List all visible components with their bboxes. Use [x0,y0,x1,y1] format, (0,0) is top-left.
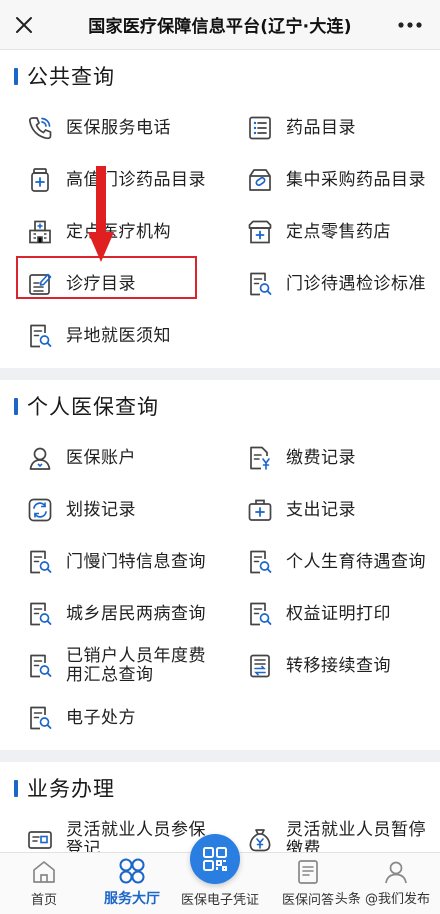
service-item-label: 已销户人员年度费用汇总查询 [66,646,206,685]
service-item-central-procurement[interactable]: 集中采购药品目录 [220,154,440,206]
qr-code-icon [203,847,227,871]
service-item-transfer-query[interactable]: 转移接续查询 [220,640,440,692]
service-item-label: 医保服务电话 [66,117,171,138]
transfer-doc-icon [246,652,274,680]
doc-search-icon [246,600,274,628]
service-grid: 医保服务电话 药品目录 高值门诊药品目录 集中采购药品目录 定点医疗机构 定点零… [0,102,440,362]
nav-label: 首页 [30,893,57,908]
doc-search-icon [26,548,54,576]
section-title: 个人医保查询 [27,395,159,419]
close-icon[interactable] [8,9,40,41]
service-item-pharmacies[interactable]: 定点零售药店 [220,206,440,258]
section-accent-bar [14,397,18,415]
service-item-two-disease-query[interactable]: 城乡居民两病查询 [0,588,220,640]
nav-home[interactable]: 首页 [0,853,88,914]
service-item-high-value-drugs[interactable]: 高值门诊药品目录 [0,154,220,206]
section-accent-bar [14,779,18,797]
service-item-label: 诊疗目录 [66,273,136,294]
service-item-label: 支出记录 [286,499,356,520]
service-item-chronic-disease-query[interactable]: 门慢门特信息查询 [0,536,220,588]
service-item-drug-catalog[interactable]: 药品目录 [220,102,440,154]
page-title: 国家医疗保障信息平台(辽宁·大连) [88,17,352,37]
service-item-label: 定点医疗机构 [66,221,171,242]
id-card-icon [26,826,54,854]
doc-search-icon [26,322,54,350]
edit-doc-icon [26,270,54,298]
service-item-payment-records[interactable]: 缴费记录 [220,432,440,484]
section-accent-bar [14,67,18,85]
doc-search-icon [26,652,54,680]
service-item-maternity-query[interactable]: 个人生育待遇查询 [220,536,440,588]
section-header: 公共查询 [0,50,440,102]
section-title: 业务办理 [27,777,115,801]
service-item-label: 电子处方 [66,707,136,728]
section-header: 个人医保查询 [0,380,440,432]
more-options-icon[interactable] [394,9,426,41]
service-item-label: 门慢门特信息查询 [66,551,206,572]
list-icon [246,114,274,142]
service-item-label: 异地就医须知 [66,325,171,346]
nav-label: 医保电子凭证 [180,893,259,908]
doc-search-icon [26,704,54,732]
section-header: 业务办理 [0,762,440,814]
payment-doc-icon [246,444,274,472]
section-public-query: 公共查询 医保服务电话 药品目录 高值门诊药品目录 集中采购药品目录 定点医疗机… [0,50,440,368]
service-item-allocation-records[interactable]: 划拨记录 [0,484,220,536]
home-icon [29,857,59,887]
transfer-icon [26,496,54,524]
nav-label: 服务大厅 [104,891,160,907]
service-grid: 医保账户 缴费记录 划拨记录 支出记录 门慢门特信息查询 个人生育待遇查询 城乡… [0,432,440,744]
service-item-label: 城乡居民两病查询 [66,603,206,624]
qr-code-button[interactable] [190,834,240,884]
service-item-outpatient-standards[interactable]: 门诊待遇检诊标准 [220,258,440,310]
watermark: 头条 @我们发布 [334,892,430,907]
service-item-remote-medical-notice[interactable]: 异地就医须知 [0,310,220,362]
section-title: 公共查询 [27,65,115,89]
doc-search-icon [26,600,54,628]
service-item-rights-certificate[interactable]: 权益证明打印 [220,588,440,640]
service-item-e-prescription[interactable]: 电子处方 [0,692,220,744]
service-item-label: 高值门诊药品目录 [66,169,206,190]
service-item-label: 药品目录 [286,117,356,138]
doc-search-icon [246,270,274,298]
money-bag-icon [246,826,274,854]
medical-kit-icon [246,496,274,524]
nav-label: 医保问答 [281,893,334,908]
clover-icon [117,856,147,886]
service-item-label: 集中采购药品目录 [286,169,426,190]
medicine-bottle-icon [26,166,54,194]
service-item-label: 个人生育待遇查询 [286,551,426,572]
service-item-account[interactable]: 医保账户 [0,432,220,484]
section-personal-query: 个人医保查询 医保账户 缴费记录 划拨记录 支出记录 门慢门特信息查询 个人生育… [0,380,440,750]
qa-icon [293,857,323,887]
service-item-label: 划拨记录 [66,499,136,520]
pharmacy-icon [246,218,274,246]
user-icon [26,444,54,472]
service-item-expense-records[interactable]: 支出记录 [220,484,440,536]
nav-service-hall[interactable]: 服务大厅 [88,853,176,914]
service-item-label: 定点零售药店 [286,221,391,242]
service-item-label: 门诊待遇检诊标准 [286,273,426,294]
doc-search-icon [246,548,274,576]
service-item-label: 缴费记录 [286,447,356,468]
top-bar: 国家医疗保障信息平台(辽宁·大连) [0,0,440,50]
service-item-label: 医保账户 [66,447,136,468]
service-item-designated-hospitals[interactable]: 定点医疗机构 [0,206,220,258]
medicine-box-icon [246,166,274,194]
hospital-icon [26,218,54,246]
service-item-phone[interactable]: 医保服务电话 [0,102,220,154]
service-item-closed-account-summary[interactable]: 已销户人员年度费用汇总查询 [0,640,220,692]
service-item-label: 转移接续查询 [286,655,391,676]
main-content: 公共查询 医保服务电话 药品目录 高值门诊药品目录 集中采购药品目录 定点医疗机… [0,50,440,884]
phone-icon [26,114,54,142]
service-item-label: 权益证明打印 [286,603,391,624]
service-item-treatment-catalog[interactable]: 诊疗目录 [0,258,220,310]
profile-icon [381,857,411,887]
